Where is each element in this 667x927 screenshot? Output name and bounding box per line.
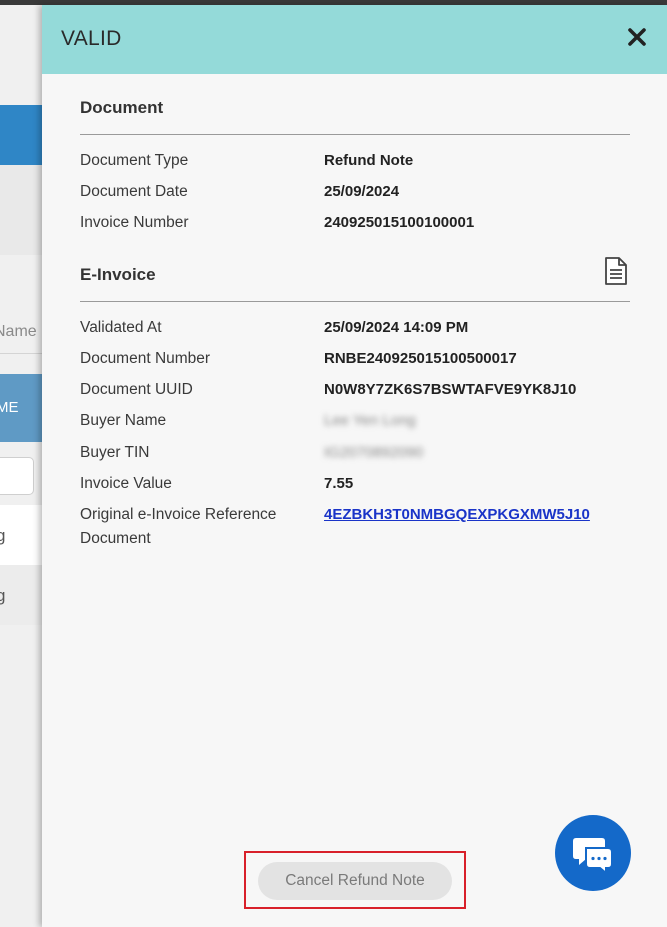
background-row-text: g [0, 586, 6, 605]
cancel-refund-note-button[interactable]: Cancel Refund Note [258, 862, 452, 900]
background-divider [0, 353, 42, 354]
chat-icon [573, 838, 613, 874]
document-detail-panel: VALID Document Document Type Refund Note… [42, 5, 667, 927]
cancel-button-highlight: Cancel Refund Note [244, 851, 466, 909]
background-row-text: g [0, 526, 6, 545]
field-label: Document Type [80, 152, 189, 169]
invoice-value-value: 7.55 [324, 475, 354, 492]
field-label: Document Number [80, 350, 211, 367]
panel-header: VALID [42, 5, 667, 74]
einvoice-section-title: E-Invoice [80, 265, 156, 284]
buyer-tin-value: IG2070892090 [324, 444, 424, 461]
field-label: Buyer Name [80, 412, 167, 429]
document-section: Document [80, 98, 630, 135]
document-icon[interactable] [604, 257, 628, 285]
document-number-value: RNBE240925015100500017 [324, 350, 517, 367]
document-date-value: 25/09/2024 [324, 183, 400, 200]
einvoice-section: E-Invoice [80, 257, 630, 302]
background-header-text: ME [0, 399, 19, 416]
background-column-name: Name [0, 323, 37, 340]
background-page: Name ME g g [0, 5, 42, 927]
field-label: Invoice Number [80, 214, 189, 231]
field-label: Invoice Value [80, 475, 172, 492]
document-section-title: Document [80, 98, 164, 117]
background-table-row[interactable]: g [0, 505, 42, 565]
background-gray-band [0, 165, 42, 255]
field-label: Original e-Invoice Reference Document [80, 506, 277, 547]
panel-status-title: VALID [61, 27, 122, 50]
background-blue-band [0, 105, 42, 165]
close-icon[interactable] [625, 25, 649, 49]
field-label: Document UUID [80, 381, 193, 398]
section-divider [80, 301, 630, 302]
background-table-row[interactable]: g [0, 565, 42, 625]
buyer-name-value: Lee Yen Long [324, 412, 416, 429]
field-label: Document Date [80, 183, 188, 200]
invoice-number-value: 240925015100100001 [324, 214, 475, 231]
background-filter-input[interactable] [0, 457, 34, 495]
validated-at-value: 25/09/2024 14:09 PM [324, 319, 469, 336]
background-table-header: ME [0, 374, 42, 442]
original-reference-link[interactable]: 4EZBKH3T0NMBGQEXPKGXMW5J10 [324, 503, 590, 527]
section-divider [80, 134, 630, 135]
chat-button[interactable] [555, 815, 631, 891]
document-uuid-value: N0W8Y7ZK6S7BSWTAFVE9YK8J10 [324, 381, 577, 398]
field-label: Buyer TIN [80, 444, 150, 461]
field-label: Validated At [80, 319, 162, 336]
document-type-value: Refund Note [324, 152, 414, 169]
